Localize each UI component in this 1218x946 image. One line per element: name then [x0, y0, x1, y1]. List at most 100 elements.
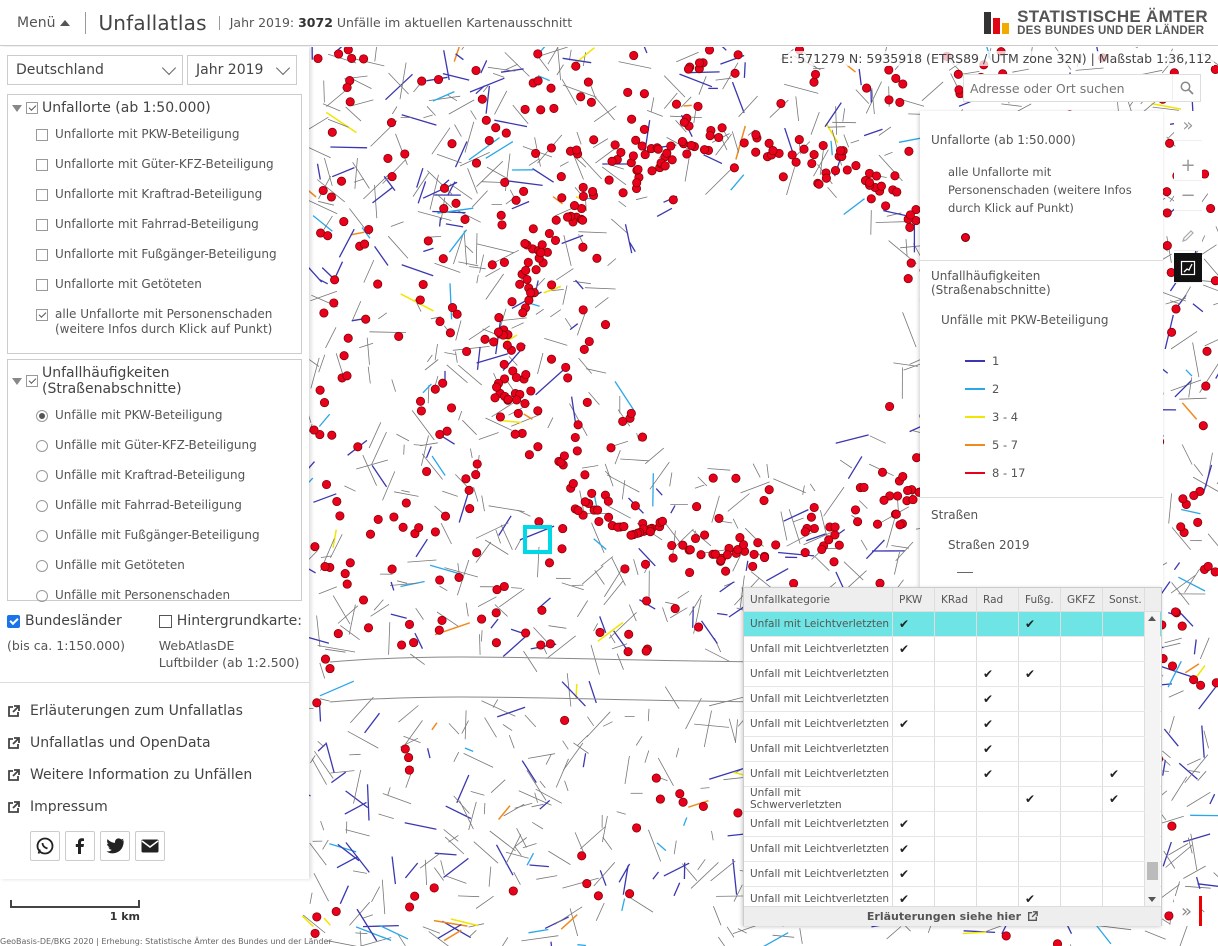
- layer-radio[interactable]: [36, 440, 48, 452]
- column-header[interactable]: Sonst.: [1103, 588, 1145, 611]
- bundeslaender-sub: (bis ca. 1:150.000): [7, 638, 125, 653]
- layer-radio[interactable]: [36, 470, 48, 482]
- external-link-icon: [1028, 911, 1038, 921]
- scroll-down-icon[interactable]: [1148, 897, 1156, 902]
- column-header[interactable]: KRad: [935, 588, 977, 611]
- area-measure-icon[interactable]: [1174, 253, 1202, 283]
- layer-checkbox[interactable]: [36, 189, 48, 201]
- info-link[interactable]: Erläuterungen zum Unfallatlas: [0, 695, 309, 727]
- twitter-icon[interactable]: [100, 831, 130, 861]
- menu-button[interactable]: Menü: [17, 15, 71, 31]
- info-link[interactable]: Weitere Information zu Unfällen: [0, 759, 309, 791]
- region-select[interactable]: Deutschland: [7, 55, 183, 85]
- layer-checkbox[interactable]: [36, 309, 48, 321]
- class-line-symbol: [965, 416, 985, 418]
- column-header[interactable]: PKW: [893, 588, 935, 611]
- layer-radio[interactable]: [36, 530, 48, 542]
- scroll-up-icon[interactable]: [1148, 616, 1156, 621]
- checkbox-checked[interactable]: [7, 614, 20, 628]
- group-checkbox[interactable]: [26, 375, 38, 387]
- scroll-thumb[interactable]: [1147, 862, 1158, 880]
- column-header[interactable]: Rad: [977, 588, 1019, 611]
- table-row[interactable]: Unfall mit Leichtverletzten ✔ ✔: [744, 662, 1161, 687]
- column-header[interactable]: GKFZ: [1061, 588, 1103, 611]
- facebook-icon[interactable]: [65, 831, 95, 861]
- search-input[interactable]: [964, 75, 1172, 101]
- expand-triangle-icon[interactable]: [12, 104, 22, 112]
- table-row[interactable]: Unfall mit Leichtverletzten ✔: [744, 812, 1161, 837]
- layer-checkbox[interactable]: [36, 219, 48, 231]
- group-header-unfallorte[interactable]: Unfallorte (ab 1:50.000): [8, 95, 301, 121]
- zoom-in-button[interactable]: +: [1174, 151, 1202, 181]
- layer-checkbox[interactable]: [36, 249, 48, 261]
- layer-option[interactable]: Unfälle mit Fahrrad-Beteiligung: [8, 492, 301, 522]
- collapse-legend-icon[interactable]: »: [1174, 111, 1202, 141]
- group-checkbox[interactable]: [26, 102, 38, 114]
- table-body[interactable]: Unfall mit Leichtverletzten ✔ ✔ Unfall mit …: [744, 612, 1161, 906]
- category-cell: Unfall mit Leichtverletzten: [744, 662, 893, 686]
- layer-option[interactable]: Unfälle mit Getöteten: [8, 552, 301, 582]
- layer-option[interactable]: Unfallorte mit Fahrrad-Beteiligung: [8, 211, 301, 241]
- layer-option[interactable]: Unfälle mit Güter-KFZ-Beteiligung: [8, 432, 301, 462]
- layer-checkbox[interactable]: [36, 129, 48, 141]
- address-search[interactable]: [963, 74, 1201, 102]
- hintergrund-toggle[interactable]: Hintergrundkarte:: [158, 613, 302, 629]
- measure-pencil-icon[interactable]: [1174, 221, 1202, 251]
- legend-desc-1: alle Unfallorte mit: [948, 165, 1052, 179]
- statistik-logo[interactable]: STATISTISCHE ÄMTER DES BUNDES UND DER LÄ…: [984, 8, 1208, 38]
- column-header[interactable]: Unfallkategorie: [744, 588, 893, 611]
- logo-bars-icon: [984, 11, 1010, 34]
- table-row[interactable]: Unfall mit Leichtverletzten ✔: [744, 837, 1161, 862]
- selected-accident-highlight[interactable]: [523, 525, 552, 554]
- participant-cell: [1103, 837, 1145, 861]
- layer-option[interactable]: Unfälle mit Fußgänger-Beteiligung: [8, 522, 301, 552]
- table-scrollbar[interactable]: [1145, 612, 1160, 906]
- info-link[interactable]: Impressum: [0, 791, 309, 823]
- layer-option[interactable]: Unfallorte mit Kraftrad-Beteiligung: [8, 181, 301, 211]
- whatsapp-icon[interactable]: [30, 831, 60, 861]
- class-line-symbol: [965, 388, 985, 390]
- year-select[interactable]: Jahr 2019: [187, 55, 297, 85]
- layer-option[interactable]: Unfälle mit PKW-Beteiligung: [8, 402, 301, 432]
- table-row[interactable]: Unfall mit Leichtverletzten ✔: [744, 687, 1161, 712]
- table-row[interactable]: Unfall mit Leichtverletzten ✔ ✔: [744, 712, 1161, 737]
- layer-radio[interactable]: [36, 410, 48, 422]
- expand-triangle-icon[interactable]: [12, 377, 22, 385]
- column-header[interactable]: Fußg.: [1019, 588, 1061, 611]
- layer-checkbox[interactable]: [36, 159, 48, 171]
- table-footer-link[interactable]: Erläuterungen siehe hier: [744, 906, 1161, 926]
- layer-option[interactable]: Unfallorte mit Güter-KFZ-Beteiligung: [8, 151, 301, 181]
- participant-cell: [935, 712, 977, 736]
- table-row[interactable]: Unfall mit Leichtverletzten ✔ ✔: [744, 762, 1161, 787]
- table-row[interactable]: Unfall mit Leichtverletzten ✔ ✔: [744, 612, 1161, 637]
- layer-option[interactable]: Unfallorte mit Getöteten: [8, 271, 301, 301]
- group-header-haeufigkeiten[interactable]: Unfallhäufigkeiten (Straßenabschnitte): [8, 360, 301, 402]
- option-label: Unfallorte mit Fußgänger-Beteiligung: [55, 247, 277, 261]
- layer-radio[interactable]: [36, 560, 48, 572]
- table-row[interactable]: Unfall mit Schwerverletzten ✔ ✔: [744, 787, 1161, 812]
- legend-desc-2: Personenschaden (weitere Infos: [948, 183, 1132, 197]
- collapse-table-icon[interactable]: »: [1174, 896, 1202, 926]
- layer-radio[interactable]: [36, 590, 48, 602]
- layer-option[interactable]: Unfälle mit Kraftrad-Beteiligung: [8, 462, 301, 492]
- accident-count: 3072: [298, 15, 333, 30]
- mail-icon[interactable]: [135, 831, 165, 861]
- layer-radio[interactable]: [36, 500, 48, 512]
- table-row[interactable]: Unfall mit Leichtverletzten ✔ ✔: [744, 887, 1161, 906]
- table-row[interactable]: Unfall mit Leichtverletzten ✔: [744, 737, 1161, 762]
- table-row[interactable]: Unfall mit Leichtverletzten ✔: [744, 637, 1161, 662]
- table-row[interactable]: Unfall mit Leichtverletzten ✔: [744, 862, 1161, 887]
- group-title: Unfallhäufigkeiten (Straßenabschnitte): [42, 365, 182, 397]
- bundeslaender-toggle[interactable]: Bundesländer: [7, 613, 159, 629]
- layer-option[interactable]: Unfälle mit Personenschaden: [8, 582, 301, 612]
- layer-checkbox[interactable]: [36, 279, 48, 291]
- zoom-out-button[interactable]: −: [1174, 181, 1202, 211]
- info-link[interactable]: Unfallatlas und OpenData: [0, 727, 309, 759]
- layer-option[interactable]: Unfallorte mit PKW-Beteiligung: [8, 121, 301, 151]
- search-icon[interactable]: [1172, 75, 1200, 101]
- category-cell: Unfall mit Leichtverletzten: [744, 712, 893, 736]
- option-label: Unfälle mit Personenschaden: [55, 588, 231, 602]
- layer-option[interactable]: Unfallorte mit Fußgänger-Beteiligung: [8, 241, 301, 271]
- checkbox[interactable]: [158, 614, 172, 628]
- layer-option-alle[interactable]: alle Unfallorte mit Personenschaden (wei…: [8, 301, 301, 341]
